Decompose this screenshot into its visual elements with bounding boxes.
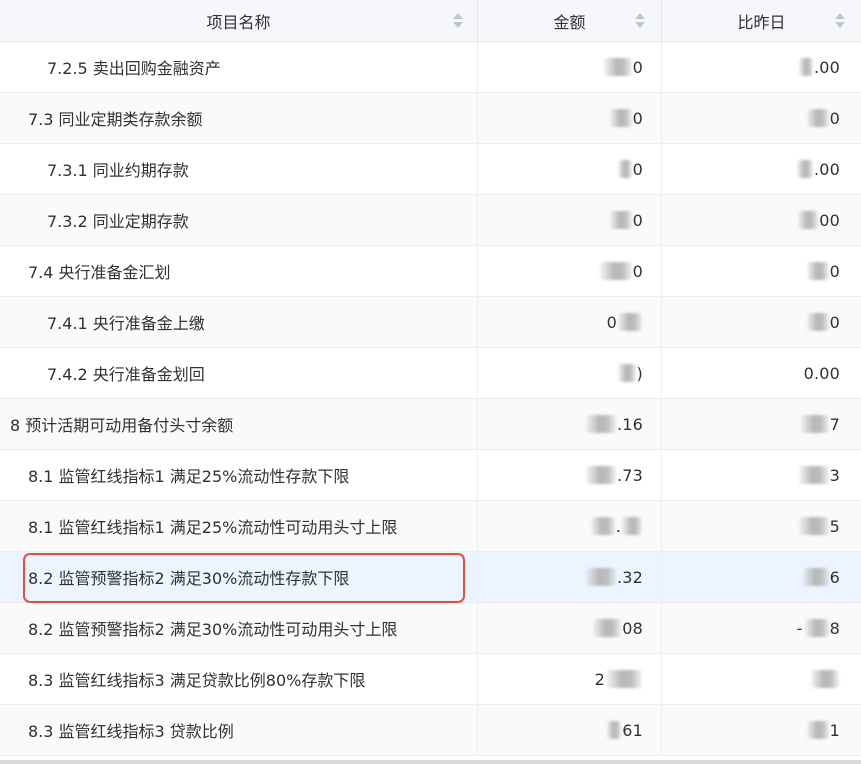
row-name: 7.3.2 同业定期存款 (0, 195, 478, 245)
amount-value: .73 (616, 465, 643, 485)
compare-value: .00 (813, 57, 840, 77)
row-amount: .32 (478, 552, 662, 602)
row-name: 7.4.1 央行准备金上缴 (0, 297, 478, 347)
table-row[interactable]: 8 预计活期可动用备付头寸余额 .16 7 (0, 399, 861, 450)
row-compare: .00 (662, 42, 861, 92)
compare-value: 00 (819, 210, 840, 230)
data-table: 项目名称 金额 比昨日 7.2.5 卖出回购金融资产 0 .00 7.3 同业定… (0, 0, 861, 764)
amount-value: 08 (622, 618, 643, 638)
compare-value: 6 (829, 567, 840, 587)
compare-value: 1 (829, 720, 840, 740)
amount-value: 0 (632, 210, 643, 230)
compare-value: 3 (829, 465, 840, 485)
compare-value: 7 (829, 414, 840, 434)
row-compare: 00 (662, 195, 861, 245)
row-amount: 0 (478, 297, 662, 347)
row-compare: 0 (662, 93, 861, 143)
compare-value: 0 (829, 312, 840, 332)
sort-icon[interactable] (635, 10, 645, 32)
table-row[interactable]: 7.3.1 同业约期存款 0 .00 (0, 144, 861, 195)
table-row[interactable]: 7.2.5 卖出回购金融资产 0 .00 (0, 42, 861, 93)
table-row-selected[interactable]: 8.2 监管预警指标2 满足30%流动性存款下限 .32 6 (0, 552, 861, 603)
column-header-name-label: 项目名称 (206, 13, 271, 32)
column-header-amount[interactable]: 金额 (478, 0, 662, 42)
row-compare: 5 (662, 501, 861, 551)
amount-value: 61 (622, 720, 643, 740)
row-compare: 7 (662, 399, 861, 449)
row-compare: .00 (662, 144, 861, 194)
amount-value: .32 (616, 567, 643, 587)
row-amount: .73 (478, 450, 662, 500)
table-row[interactable]: 8.2 监管预警指标2 满足30%流动性可动用头寸上限 08 -8 (0, 603, 861, 654)
table-header: 项目名称 金额 比昨日 (0, 0, 861, 42)
row-compare: 1 (662, 705, 861, 755)
row-compare: -8 (796, 618, 840, 638)
row-name: 7.3 同业定期类存款余额 (0, 93, 478, 143)
amount-value: 0 (606, 312, 617, 332)
table-row[interactable]: 8.3 监管红线指标3 满足贷款比例80%存款下限 2 (0, 654, 861, 705)
row-compare: 0 (662, 246, 861, 296)
table-row[interactable]: 7.3.2 同业定期存款 0 00 (0, 195, 861, 246)
column-header-amount-label: 金额 (553, 13, 586, 32)
row-compare (662, 654, 861, 704)
amount-value: . (615, 516, 621, 536)
row-compare: 0 (662, 297, 861, 347)
row-name: 8.2 监管预警指标2 满足30%流动性存款下限 (0, 552, 478, 602)
table-row[interactable]: 7.4 央行准备金汇划 0 0 (0, 246, 861, 297)
row-amount: 0 (478, 195, 662, 245)
compare-value: 5 (829, 516, 840, 536)
compare-value: 0 (829, 108, 840, 128)
column-header-compare-label: 比昨日 (737, 13, 786, 32)
row-amount: 0 (478, 144, 662, 194)
compare-value: 0 (829, 261, 840, 281)
table-row[interactable]: 7.4.1 央行准备金上缴 0 0 (0, 297, 861, 348)
amount-value: 0 (632, 159, 643, 179)
table-row[interactable]: 8.3 监管红线指标3 贷款比例 61 1 (0, 705, 861, 756)
row-name: 8.3 监管红线指标3 满足贷款比例80%存款下限 (0, 654, 478, 704)
row-amount: 0 (478, 93, 662, 143)
compare-value: 0.00 (803, 363, 840, 383)
table-row[interactable]: 8.1 监管红线指标1 满足25%流动性可动用头寸上限 . 5 (0, 501, 861, 552)
amount-value: 0 (632, 261, 643, 281)
row-amount: 61 (478, 705, 662, 755)
compare-value: .00 (813, 159, 840, 179)
row-amount: 2 (478, 654, 662, 704)
row-amount: 0 (478, 246, 662, 296)
row-compare: 3 (662, 450, 861, 500)
amount-value: 2 (594, 669, 605, 689)
row-name: 7.4.2 央行准备金划回 (0, 348, 478, 398)
row-name: 8.1 监管红线指标1 满足25%流动性存款下限 (0, 450, 478, 500)
column-header-name[interactable]: 项目名称 (0, 0, 478, 42)
table-row[interactable]: 7.3 同业定期类存款余额 0 0 (0, 93, 861, 144)
row-amount: . (478, 501, 662, 551)
row-amount: 0 (478, 42, 662, 92)
table-row[interactable]: 8.1 监管红线指标1 满足25%流动性存款下限 .73 3 (0, 450, 861, 501)
row-compare: 0.00 (662, 348, 861, 398)
row-name: 8.1 监管红线指标1 满足25%流动性可动用头寸上限 (0, 501, 478, 551)
column-header-compare[interactable]: 比昨日 (662, 0, 861, 42)
compare-value: 8 (829, 618, 840, 638)
amount-value: .16 (616, 414, 643, 434)
table-row[interactable]: 7.4.2 央行准备金划回 ) 0.00 (0, 348, 861, 399)
row-compare: 6 (662, 552, 861, 602)
row-amount: 08 (478, 603, 662, 653)
amount-value: 0 (632, 57, 643, 77)
sort-icon[interactable] (835, 10, 845, 32)
sort-icon[interactable] (453, 10, 463, 32)
row-amount: .16 (478, 399, 662, 449)
row-name: 7.3.1 同业约期存款 (0, 144, 478, 194)
horizontal-scrollbar[interactable] (0, 760, 861, 764)
row-name: 8.2 监管预警指标2 满足30%流动性可动用头寸上限 (0, 603, 478, 653)
amount-value: 0 (632, 108, 643, 128)
row-name: 7.2.5 卖出回购金融资产 (0, 42, 478, 92)
row-amount: ) (478, 348, 662, 398)
row-name: 7.4 央行准备金汇划 (0, 246, 478, 296)
row-name: 8.3 监管红线指标3 贷款比例 (0, 705, 478, 755)
row-name: 8 预计活期可动用备付头寸余额 (0, 399, 478, 449)
amount-value: ) (636, 363, 643, 383)
